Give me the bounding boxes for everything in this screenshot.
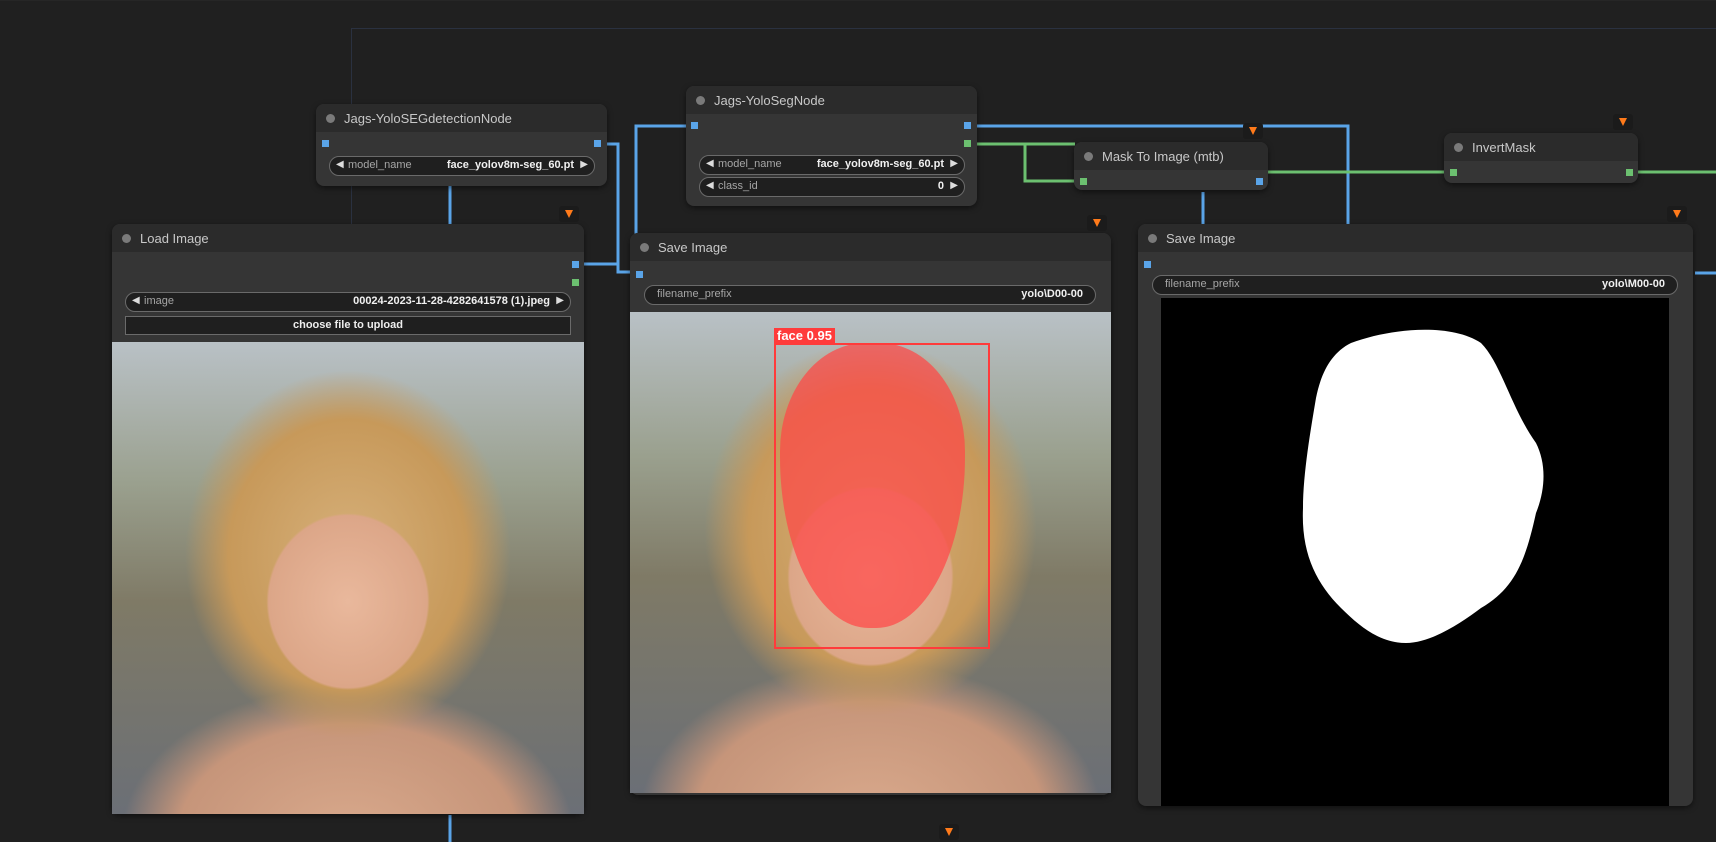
collapse-dot-icon[interactable] [122, 234, 131, 243]
widget-label: image [144, 295, 174, 307]
collapse-dot-icon[interactable] [1148, 234, 1157, 243]
fox-badge-icon [1087, 215, 1107, 231]
widget-label: filename_prefix [1165, 278, 1240, 290]
arrow-right-icon[interactable]: ▶ [950, 180, 958, 191]
arrow-right-icon[interactable]: ▶ [950, 158, 958, 169]
image-combo[interactable]: ◀ image 00024-2023-11-28-4282641578 (1).… [125, 292, 571, 312]
node-title: Save Image [1166, 231, 1236, 246]
input-slot-image[interactable] [322, 140, 329, 147]
collapse-dot-icon[interactable] [1454, 143, 1463, 152]
input-slot-image[interactable] [691, 122, 698, 129]
node-title-bar[interactable]: Jags-YoloSEGdetectionNode [316, 104, 607, 132]
widget-label: model_name [718, 158, 782, 170]
widget-label: class_id [718, 180, 758, 192]
node-title: Jags-YoloSEGdetectionNode [344, 111, 512, 126]
fox-badge-icon [1243, 123, 1263, 139]
widget-value: 00024-2023-11-28-4282641578 (1).jpeg [353, 295, 550, 307]
fox-badge-icon [1613, 114, 1633, 130]
arrow-left-icon[interactable]: ◀ [132, 295, 140, 306]
link-mask-green [971, 142, 1082, 183]
arrow-left-icon[interactable]: ◀ [706, 180, 714, 191]
input-slot-image[interactable] [636, 271, 643, 278]
widget-value: 0 [937, 180, 944, 192]
widget-label: filename_prefix [657, 288, 732, 300]
node-invert-mask[interactable]: InvertMask [1444, 133, 1638, 183]
widget-value: yolo\D00-00 [1021, 288, 1083, 300]
detection-label: face 0.95 [774, 328, 835, 343]
node-title-bar[interactable]: Save Image [630, 233, 1111, 261]
mask-shape [1302, 329, 1544, 643]
collapse-dot-icon[interactable] [696, 96, 705, 105]
widget-value: face_yolov8m-seg_60.pt [816, 158, 944, 170]
collapse-dot-icon[interactable] [326, 114, 335, 123]
output-slot-image[interactable] [594, 140, 601, 147]
node-load-image[interactable]: Load Image ◀ image 00024-2023-11-28-4282… [112, 224, 584, 814]
node-yolo-seg[interactable]: Jags-YoloSegNode ◀ model_name face_yolov… [686, 86, 977, 206]
node-title-bar[interactable]: Mask To Image (mtb) [1074, 142, 1268, 170]
graph-canvas[interactable]: Jags-YoloSEGdetectionNode ◀ model_name f… [0, 0, 1716, 842]
output-slot-mask[interactable] [964, 140, 971, 147]
fox-badge-icon [559, 206, 579, 222]
output-slot-mask[interactable] [572, 279, 579, 286]
node-title-bar[interactable]: Jags-YoloSegNode [686, 86, 977, 114]
node-title-bar[interactable]: Save Image [1138, 224, 1693, 252]
filename-prefix-input[interactable]: filename_prefix yolo\M00-00 [1152, 275, 1678, 295]
node-title-bar[interactable]: InvertMask [1444, 133, 1638, 161]
input-slot-image[interactable] [1144, 261, 1151, 268]
widget-label: model_name [348, 159, 412, 171]
output-slot-mask[interactable] [1626, 169, 1633, 176]
upload-button[interactable]: choose file to upload [125, 316, 571, 335]
output-slot-image[interactable] [964, 122, 971, 129]
arrow-right-icon[interactable]: ▶ [580, 159, 588, 170]
node-mask-to-image[interactable]: Mask To Image (mtb) [1074, 142, 1268, 190]
arrow-right-icon[interactable]: ▶ [556, 295, 564, 306]
node-title: Load Image [140, 231, 209, 246]
arrow-left-icon[interactable]: ◀ [706, 158, 714, 169]
fox-badge-icon [939, 824, 959, 840]
input-slot-mask[interactable] [1080, 178, 1087, 185]
model-name-combo[interactable]: ◀ model_name face_yolov8m-seg_60.pt ▶ [329, 156, 595, 176]
node-save-image-detection[interactable]: Save Image filename_prefix yolo\D00-00 f… [630, 233, 1111, 795]
node-title-bar[interactable]: Load Image [112, 224, 584, 252]
output-slot-image[interactable] [572, 261, 579, 268]
filename-prefix-input[interactable]: filename_prefix yolo\D00-00 [644, 285, 1096, 305]
widget-value: face_yolov8m-seg_60.pt [446, 159, 574, 171]
fox-badge-icon [1667, 206, 1687, 222]
node-title: InvertMask [1472, 140, 1536, 155]
node-title: Save Image [658, 240, 728, 255]
node-yolo-seg-detection[interactable]: Jags-YoloSEGdetectionNode ◀ model_name f… [316, 104, 607, 186]
node-title: Mask To Image (mtb) [1102, 149, 1224, 164]
preview-image [112, 342, 584, 814]
model-name-combo[interactable]: ◀ model_name face_yolov8m-seg_60.pt ▶ [699, 155, 965, 175]
collapse-dot-icon[interactable] [640, 243, 649, 252]
input-slot-mask[interactable] [1450, 169, 1457, 176]
class-id-number[interactable]: ◀ class_id 0 ▶ [699, 177, 965, 197]
node-save-image-mask[interactable]: Save Image filename_prefix yolo\M00-00 [1138, 224, 1693, 806]
mask-preview-image [1161, 298, 1669, 806]
arrow-left-icon[interactable]: ◀ [336, 159, 344, 170]
preview-image: face 0.95 [630, 312, 1111, 793]
node-title: Jags-YoloSegNode [714, 93, 825, 108]
widget-value: yolo\M00-00 [1602, 278, 1665, 290]
output-slot-image[interactable] [1256, 178, 1263, 185]
collapse-dot-icon[interactable] [1084, 152, 1093, 161]
detection-box [774, 343, 990, 649]
